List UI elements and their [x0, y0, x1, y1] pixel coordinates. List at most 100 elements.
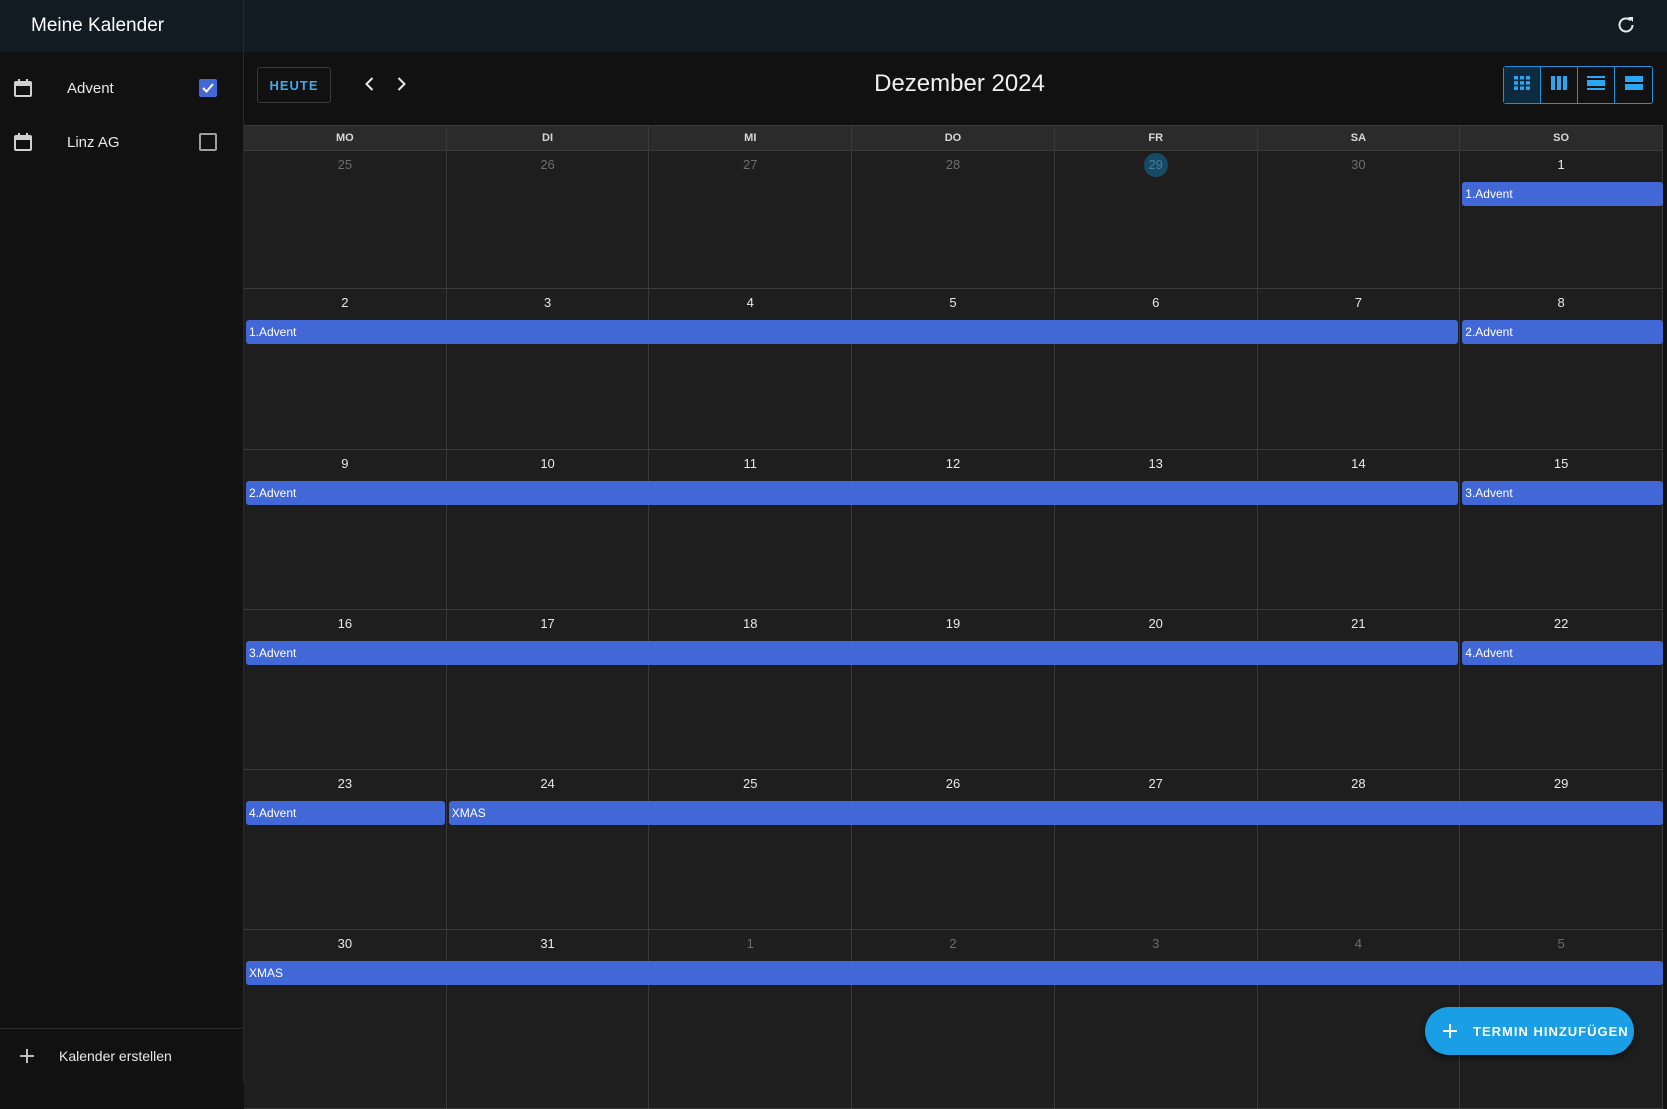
- weekday-label: DO: [852, 126, 1055, 150]
- day-cell[interactable]: 18: [649, 610, 853, 769]
- day-cell[interactable]: 15: [1460, 450, 1663, 609]
- day-number: 11: [743, 456, 758, 471]
- day-cell[interactable]: 19: [852, 610, 1055, 769]
- week-view-button[interactable]: [1541, 67, 1578, 103]
- refresh-icon[interactable]: [1615, 14, 1637, 36]
- day-cell[interactable]: 12: [852, 450, 1055, 609]
- day-cell[interactable]: 11: [649, 450, 853, 609]
- list-view-button[interactable]: [1615, 67, 1652, 103]
- weekday-label: SO: [1460, 126, 1663, 150]
- today-indicator: 29: [1143, 153, 1168, 177]
- day-number: 31: [540, 936, 555, 951]
- month-view-icon: [1514, 75, 1530, 95]
- day-cell[interactable]: 7: [1257, 289, 1461, 449]
- add-event-button[interactable]: TERMIN HINZUFÜGEN: [1425, 1007, 1634, 1055]
- create-calendar-label: Kalender erstellen: [59, 1048, 172, 1064]
- week-row: 16 17 18 19 20 21 22: [244, 610, 1663, 770]
- day-cell[interactable]: 14: [1257, 450, 1461, 609]
- day-number: 7: [1354, 295, 1363, 310]
- day-cell[interactable]: 3: [446, 289, 650, 449]
- day-cell[interactable]: 29: [1460, 770, 1663, 929]
- calendar-item-linz-ag[interactable]: Linz AG: [0, 122, 244, 162]
- day-cell[interactable]: 20: [1054, 610, 1258, 769]
- day-cell[interactable]: 31: [446, 930, 650, 1108]
- calendar-checkbox-advent[interactable]: [199, 79, 217, 97]
- month-grid: MO DI MI DO FR SA SO 25 26 27 28 29 30 1 2 3 4 5 6 7 8 9 10 11…: [244, 125, 1663, 1109]
- event-bar[interactable]: 2.Advent: [1462, 320, 1663, 344]
- calendar-icon: [13, 78, 33, 98]
- day-view-button[interactable]: [1578, 67, 1615, 103]
- day-cell[interactable]: 30: [1257, 151, 1461, 288]
- day-cell[interactable]: 1: [649, 930, 853, 1108]
- weekday-label: MI: [649, 126, 853, 150]
- event-bar[interactable]: 3.Advent: [246, 641, 1459, 665]
- calendar-icon: [13, 132, 33, 152]
- day-cell[interactable]: 23: [244, 770, 447, 929]
- day-number: 3: [1152, 936, 1160, 951]
- event-bar[interactable]: 2.Advent: [246, 481, 1459, 505]
- event-bar[interactable]: 1.Advent: [246, 320, 1459, 344]
- day-cell[interactable]: 17: [446, 610, 650, 769]
- day-cell[interactable]: 25: [244, 151, 447, 288]
- sidebar-title: Meine Kalender: [0, 0, 243, 52]
- day-cell[interactable]: 6: [1054, 289, 1258, 449]
- event-bar[interactable]: 4.Advent: [246, 801, 445, 825]
- day-cell[interactable]: 21: [1257, 610, 1461, 769]
- day-number: 5: [1557, 936, 1565, 951]
- day-cell[interactable]: 22: [1460, 610, 1663, 769]
- event-bar[interactable]: 1.Advent: [1462, 182, 1663, 206]
- view-toggle-group: [1503, 66, 1653, 104]
- day-cell[interactable]: 29: [1054, 151, 1258, 288]
- event-bar[interactable]: XMAS: [448, 801, 1663, 825]
- day-cell[interactable]: 10: [446, 450, 650, 609]
- day-cell[interactable]: 28: [852, 151, 1055, 288]
- event-bar[interactable]: 4.Advent: [1462, 641, 1663, 665]
- day-number: 22: [1553, 616, 1569, 631]
- day-cell[interactable]: 30: [244, 930, 447, 1108]
- day-cell[interactable]: 3: [1054, 930, 1258, 1108]
- calendar-item-advent[interactable]: Advent: [0, 68, 244, 108]
- day-cell[interactable]: 27: [1054, 770, 1258, 929]
- day-number: 26: [540, 157, 555, 172]
- day-number: 18: [743, 616, 758, 631]
- day-number: 14: [1351, 456, 1366, 471]
- plus-icon: [1441, 1022, 1459, 1040]
- day-number: 23: [337, 776, 353, 791]
- calendar-checkbox-linz-ag[interactable]: [199, 133, 217, 151]
- day-cell[interactable]: 27: [649, 151, 853, 288]
- day-cell[interactable]: 28: [1257, 770, 1461, 929]
- day-cell[interactable]: 25: [649, 770, 853, 929]
- week-row: 2 3 4 5 6 7 8: [244, 289, 1663, 450]
- day-number: 25: [743, 776, 758, 791]
- day-number: 8: [1557, 295, 1565, 310]
- create-calendar-button[interactable]: Kalender erstellen: [0, 1028, 244, 1083]
- day-cell[interactable]: 2: [852, 930, 1055, 1108]
- day-number: 1: [1557, 157, 1565, 172]
- day-number: 16: [337, 616, 353, 631]
- month-view-button[interactable]: [1504, 67, 1541, 103]
- day-cell[interactable]: 8: [1460, 289, 1663, 449]
- day-number: 28: [1351, 776, 1366, 791]
- day-number: 12: [945, 456, 961, 471]
- day-number: 19: [945, 616, 961, 631]
- calendar-label: Linz AG: [67, 133, 120, 151]
- day-cell[interactable]: 26: [852, 770, 1055, 929]
- day-number: 6: [1152, 295, 1160, 310]
- calendar-toolbar: HEUTE Dezember 2024: [244, 52, 1667, 125]
- day-view-icon: [1587, 75, 1605, 95]
- day-number: 15: [1553, 456, 1569, 471]
- day-number: 2: [341, 295, 349, 310]
- event-bar[interactable]: XMAS: [246, 961, 1663, 985]
- day-cell[interactable]: 26: [446, 151, 650, 288]
- day-cell[interactable]: 13: [1054, 450, 1258, 609]
- day-cell[interactable]: 2: [244, 289, 447, 449]
- day-cell[interactable]: 9: [244, 450, 447, 609]
- week-row: 23 24 25 26 27 28 29: [244, 770, 1663, 930]
- day-cell[interactable]: 24: [446, 770, 650, 929]
- day-cell[interactable]: 4: [649, 289, 853, 449]
- add-event-label: TERMIN HINZUFÜGEN: [1473, 1023, 1629, 1039]
- day-cell[interactable]: 16: [244, 610, 447, 769]
- event-bar[interactable]: 3.Advent: [1462, 481, 1663, 505]
- day-cell[interactable]: 1: [1460, 151, 1663, 288]
- day-cell[interactable]: 5: [852, 289, 1055, 449]
